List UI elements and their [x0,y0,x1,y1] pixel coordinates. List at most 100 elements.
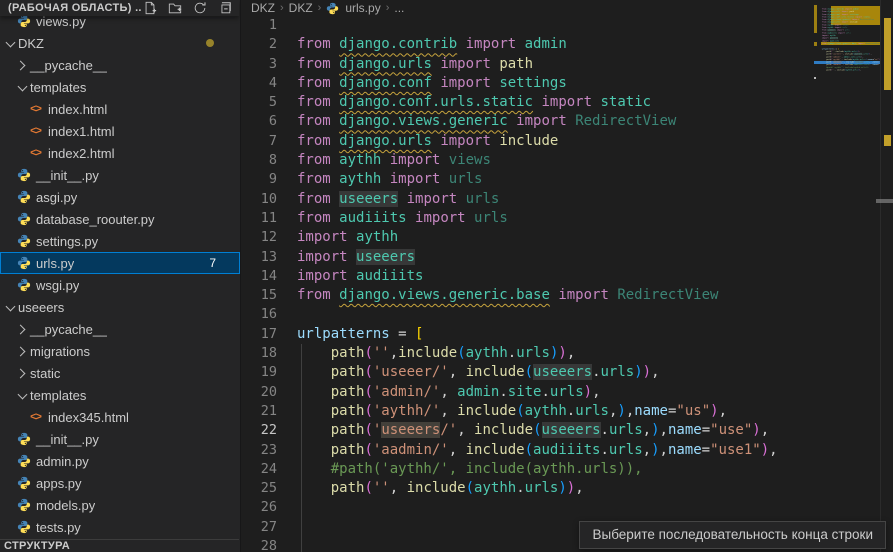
code-line-8[interactable]: 8from aythh import views [241,151,893,170]
code-line-6[interactable]: 6from django.views.generic import Redire… [241,112,893,131]
tree-item-models.py[interactable]: models.py [0,494,240,516]
line-number: 22 [241,421,277,440]
tree-item-label: asgi.py [34,190,77,205]
code-line-22[interactable]: 22 path('useeers/', include(useeers.urls… [241,421,893,440]
python-icon [16,234,31,249]
breadcrumb: DKZ › DKZ › urls.py › ... [241,0,893,16]
code-line-10[interactable]: 10from useeers import urls [241,190,893,209]
code-line-7[interactable]: 7from django.urls import include [241,132,893,151]
line-number: 26 [241,498,277,517]
tree-item-database_roouter.py[interactable]: database_roouter.py [0,208,240,230]
explorer-section-header[interactable]: (РАБОЧАЯ ОБЛАСТЬ) ... [0,0,239,16]
code-line-15[interactable]: 15from django.views.generic.base import … [241,286,893,305]
code-line-9[interactable]: 9from aythh import urls [241,170,893,189]
outline-section-header[interactable]: СТРУКТУРА [0,539,239,552]
python-icon [16,168,31,183]
tree-item-index.html[interactable]: <>index.html [0,98,240,120]
code-line-16[interactable]: 16 [241,305,893,324]
code-line-11[interactable]: 11from audiiits import urls [241,209,893,228]
modified-dot [206,39,214,47]
chevron-right-icon [16,323,28,335]
line-number: 18 [241,344,277,363]
explorer-sidebar: views.pyDKZ__pycache__templates<>index.h… [0,0,241,552]
line-number: 19 [241,363,277,382]
code-line-12[interactable]: 12import aythh [241,228,893,247]
tree-folder-__pycache__[interactable]: __pycache__ [0,318,240,340]
line-number: 9 [241,170,277,189]
code-line-17[interactable]: 17urlpatterns = [ [241,325,893,344]
code-line-3[interactable]: 3from django.urls import path [241,55,893,74]
tree-item-label: useeers [16,300,64,315]
overview-ruler[interactable] [880,0,893,552]
tree-folder-DKZ[interactable]: DKZ [0,32,240,54]
code-line-4[interactable]: 4from django.conf import settings [241,74,893,93]
chevron-down-icon [4,301,16,313]
line-number: 13 [241,248,277,267]
tree-item-label: __init__.py [34,168,99,183]
code-line-14[interactable]: 14import audiiits [241,267,893,286]
tree-item-label: index1.html [46,124,114,139]
code-line-1[interactable]: 1 [241,16,893,35]
tree-folder-migrations[interactable]: migrations [0,340,240,362]
collapse-all-icon[interactable] [217,0,233,16]
chevron-right-icon: › [384,2,392,14]
code-line-20[interactable]: 20 path('admin/', admin.site.urls), [241,383,893,402]
tree-item-admin.py[interactable]: admin.py [0,450,240,472]
vscode-window: views.pyDKZ__pycache__templates<>index.h… [0,0,893,552]
tree-item-index2.html[interactable]: <>index2.html [0,142,240,164]
refresh-icon[interactable] [192,0,208,16]
tree-item-__init__.py[interactable]: __init__.py [0,164,240,186]
code-line-13[interactable]: 13import useeers [241,248,893,267]
tree-item-__init__.py[interactable]: __init__.py [0,428,240,450]
breadcrumb-segment[interactable]: urls.py [345,1,380,15]
tree-item-tests.py[interactable]: tests.py [0,516,240,538]
overview-ruler-warning-marker [884,18,891,90]
line-number: 10 [241,190,277,209]
breadcrumb-segment[interactable]: DKZ [289,1,313,15]
overview-ruler-info-marker [876,199,893,203]
chevron-right-icon [16,367,28,379]
html-icon: <> [28,124,43,139]
tree-folder-templates[interactable]: templates [0,384,240,406]
new-folder-icon[interactable] [167,0,183,16]
tree-item-urls.py[interactable]: urls.py7 [0,252,240,274]
html-icon: <> [28,146,43,161]
new-file-icon[interactable] [142,0,158,16]
code-line-26[interactable]: 26 [241,498,893,517]
tree-item-label: migrations [28,344,90,359]
code-editor[interactable]: 12from django.contrib import admin3from … [241,16,893,552]
tree-item-label: apps.py [34,476,82,491]
code-line-5[interactable]: 5from django.conf.urls.static import sta… [241,93,893,112]
code-line-21[interactable]: 21 path('aythh/', include(aythh.urls,),n… [241,402,893,421]
tree-item-wsgi.py[interactable]: wsgi.py [0,274,240,296]
tree-folder-__pycache__[interactable]: __pycache__ [0,54,240,76]
chevron-right-icon: › [278,2,286,14]
code-line-2[interactable]: 2from django.contrib import admin [241,35,893,54]
minimap[interactable]: from django.contrib import adminfrom dja… [814,0,880,552]
tree-item-index1.html[interactable]: <>index1.html [0,120,240,142]
code-line-18[interactable]: 18 path('',include(aythh.urls)), [241,344,893,363]
tree-item-label: index2.html [46,146,114,161]
line-number: 23 [241,441,277,460]
tree-item-asgi.py[interactable]: asgi.py [0,186,240,208]
code-line-19[interactable]: 19 path('useeer/', include(useeers.urls)… [241,363,893,382]
tree-item-apps.py[interactable]: apps.py [0,472,240,494]
line-number: 7 [241,132,277,151]
tree-item-index345.html[interactable]: <>index345.html [0,406,240,428]
tree-folder-useeers[interactable]: useeers [0,296,240,318]
python-icon [16,498,31,513]
breadcrumb-segment[interactable]: ... [394,1,404,15]
code-line-25[interactable]: 25 path('', include(aythh.urls)), [241,479,893,498]
line-number: 4 [241,74,277,93]
breadcrumb-segment[interactable]: DKZ [251,1,275,15]
chevron-down-icon [16,81,28,93]
tree-folder-templates[interactable]: templates [0,76,240,98]
code-line-24[interactable]: 24 #path('aythh/', include(aythh.urls)), [241,460,893,479]
tree-item-settings.py[interactable]: settings.py [0,230,240,252]
code-line-23[interactable]: 23 path('aadmin/', include(audiiits.urls… [241,441,893,460]
chevron-right-icon [16,345,28,357]
tree-item-label: database_roouter.py [34,212,155,227]
tree-item-label: urls.py [34,256,74,271]
python-icon [16,454,31,469]
tree-folder-static[interactable]: static [0,362,240,384]
